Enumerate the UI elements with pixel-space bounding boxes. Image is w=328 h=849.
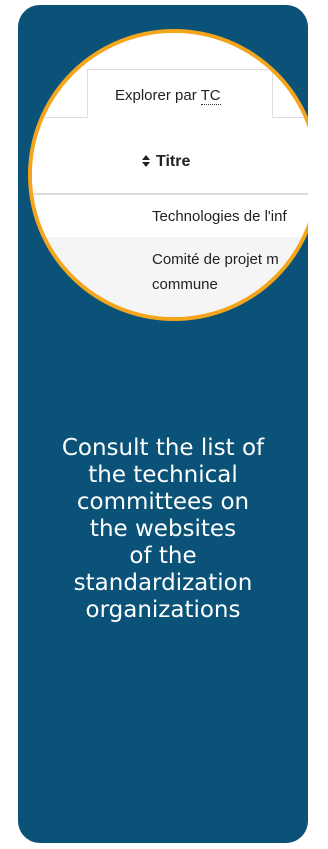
sort-icon bbox=[142, 155, 150, 167]
consult-message: Consult the list of the technical commit… bbox=[61, 435, 265, 623]
table-cell: Technologies de l'inf bbox=[152, 208, 287, 225]
tab-abbreviation: TC bbox=[200, 87, 221, 105]
preview-content: Explorer par TC Titre Technologies de l'… bbox=[28, 33, 308, 321]
table-row[interactable]: Technologies de l'inf bbox=[32, 195, 308, 236]
tab-label: Explorer par TC bbox=[115, 87, 221, 105]
table-cell: Comité de projet m commune bbox=[152, 247, 308, 297]
table-cell-line: commune bbox=[152, 276, 218, 293]
magnified-preview: Explorer par TC Titre Technologies de l'… bbox=[28, 29, 308, 321]
column-header-label: Titre bbox=[156, 153, 191, 170]
table-header: Titre bbox=[32, 135, 308, 195]
column-header-titre[interactable]: Titre bbox=[142, 153, 190, 171]
tab-explorer-par-tc[interactable]: Explorer par TC bbox=[87, 69, 273, 118]
table-row bbox=[28, 317, 308, 321]
tab-bar: Explorer par TC bbox=[32, 33, 308, 118]
table-cell-line: Comité de projet m bbox=[152, 251, 279, 268]
info-card: Explorer par TC Titre Technologies de l'… bbox=[18, 5, 308, 843]
table-row[interactable]: Comité de projet m commune bbox=[32, 237, 308, 317]
